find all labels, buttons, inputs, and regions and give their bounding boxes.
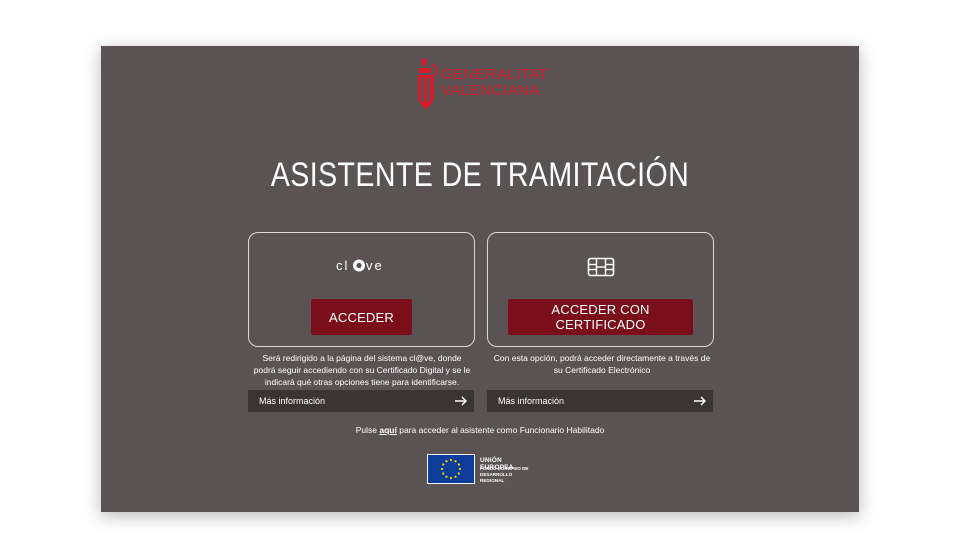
clave-logo-icon: cl ve [336,258,384,273]
clave-logo: cl ve [249,257,474,280]
clave-access-card: cl ve ACCEDER [248,232,475,347]
certificate-access-card: ACCEDER CON CERTIFICADO [487,232,714,347]
clave-more-info-button[interactable]: Más información [248,390,474,412]
svg-text:cl: cl [336,258,349,273]
more-info-label: Más información [259,396,326,406]
arrow-right-icon [448,390,474,412]
eu-feder-logo: UNIÓN EUROPEA FONDO EUROPEO DE DESARROLL… [427,454,537,484]
page-title: ASISTENTE DE TRAMITACIÓN [270,156,690,194]
certificate-chip-icon [488,257,713,282]
generalitat-logo: GENERALITAT VALENCIANA [415,56,555,112]
official-access-link[interactable]: aquí [379,425,396,435]
coat-of-arms-icon [418,58,438,109]
certificate-more-info-button[interactable]: Más información [487,390,713,412]
certificate-description: Con esta opción, podrá acceder directame… [493,353,711,375]
eu-flag-icon [427,454,475,484]
arrow-right-icon [687,390,713,412]
pulse-suffix: para acceder al asistente como Funcionar… [399,425,605,435]
official-access-text: Pulse aquí para acceder al asistente com… [101,425,859,435]
certificate-access-button[interactable]: ACCEDER CON CERTIFICADO [508,299,693,335]
eu-fund-line-2: DESARROLLO REGIONAL [480,472,513,483]
clave-description: Será redirigido a la página del sistema … [253,353,471,387]
login-panel: GENERALITAT VALENCIANA ASISTENTE DE TRAM… [101,46,859,512]
pulse-prefix: Pulse [355,425,377,435]
clave-access-button[interactable]: ACCEDER [311,299,412,335]
eu-fund-text: FONDO EUROPEO DE DESARROLLO REGIONAL [480,466,537,484]
logo-line-2: VALENCIANA [441,82,540,99]
logo-line-1: GENERALITAT [441,66,549,83]
more-info-label: Más información [498,396,565,406]
svg-text:ve: ve [366,258,384,273]
